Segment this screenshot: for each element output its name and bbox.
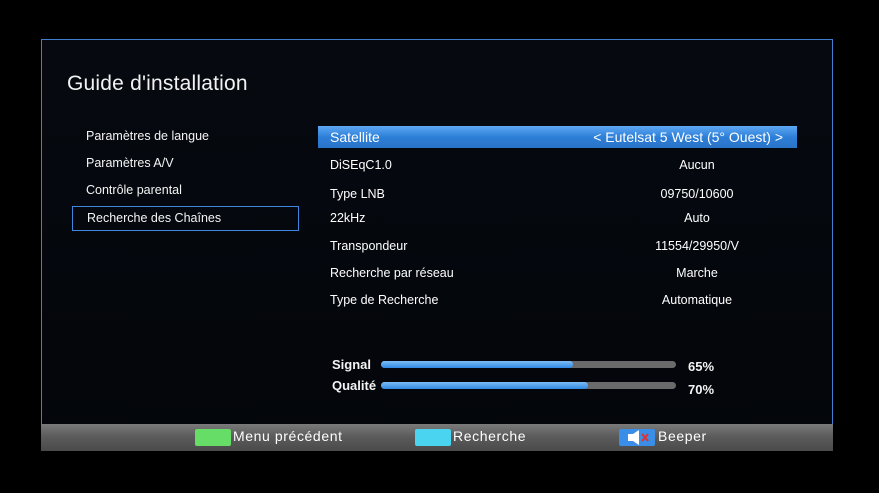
beeper-label: Beeper — [658, 428, 707, 444]
setting-value: Auto — [684, 211, 710, 225]
signal-percent: 65% — [688, 359, 715, 374]
setting-label: Satellite — [330, 129, 380, 145]
setting-label: Type de Recherche — [330, 293, 439, 307]
setting-label: DiSEqC1.0 — [330, 158, 392, 172]
menu-item-parental[interactable]: Contrôle parental — [72, 179, 299, 204]
menu-item-channel-search[interactable]: Recherche des Chaînes — [72, 206, 299, 231]
quality-label: Qualité — [332, 378, 377, 393]
signal-bar — [381, 361, 676, 368]
setting-row-lnb-type[interactable]: Type LNB 09750/10600 — [318, 183, 797, 205]
setting-row-diseqc[interactable]: DiSEqC1.0 Aucun — [318, 154, 797, 176]
cyan-key-icon[interactable] — [415, 429, 451, 446]
quality-bar — [381, 382, 676, 389]
setting-row-transponder[interactable]: Transpondeur 11554/29950/V — [318, 235, 797, 257]
setting-row-satellite[interactable]: Satellite < Eutelsat 5 West (5° Ouest) > — [318, 126, 797, 148]
setting-label: Type LNB — [330, 187, 385, 201]
setting-label: 22kHz — [330, 211, 366, 225]
footer-bar: Menu précédent Recherche Beeper — [41, 424, 833, 451]
setting-label: Transpondeur — [330, 239, 408, 253]
setting-row-network-search[interactable]: Recherche par réseau Marche — [318, 262, 797, 284]
menu-item-label: Recherche des Chaînes — [87, 211, 222, 225]
setting-value: Marche — [676, 266, 718, 280]
setting-row-22khz[interactable]: 22kHz Auto — [318, 207, 797, 229]
menu-item-label: Contrôle parental — [86, 183, 182, 197]
satellite-selector[interactable]: < Eutelsat 5 West (5° Ouest) > — [593, 126, 783, 148]
setting-value: Automatique — [661, 293, 733, 307]
quality-bar-fill — [381, 382, 588, 389]
search-label: Recherche — [453, 428, 527, 444]
menu-item-av[interactable]: Paramètres A/V — [72, 152, 299, 177]
menu-item-label: Paramètres de langue — [86, 129, 209, 143]
setting-row-search-type[interactable]: Type de Recherche Automatique — [318, 289, 797, 311]
prev-menu-label: Menu précédent — [233, 428, 343, 444]
quality-percent: 70% — [688, 382, 715, 397]
signal-bar-fill — [381, 361, 573, 368]
page-title: Guide d'installation — [67, 72, 248, 95]
menu-item-language[interactable]: Paramètres de langue — [72, 125, 299, 150]
menu-item-label: Paramètres A/V — [86, 156, 174, 170]
setting-label: Recherche par réseau — [330, 266, 454, 280]
signal-label: Signal — [332, 357, 372, 372]
setting-value: 11554/29950/V — [655, 239, 739, 253]
setting-value: 09750/10600 — [660, 187, 734, 201]
green-key-icon[interactable] — [195, 429, 231, 446]
setting-value: Aucun — [679, 158, 715, 172]
speaker-icon[interactable] — [619, 429, 655, 446]
